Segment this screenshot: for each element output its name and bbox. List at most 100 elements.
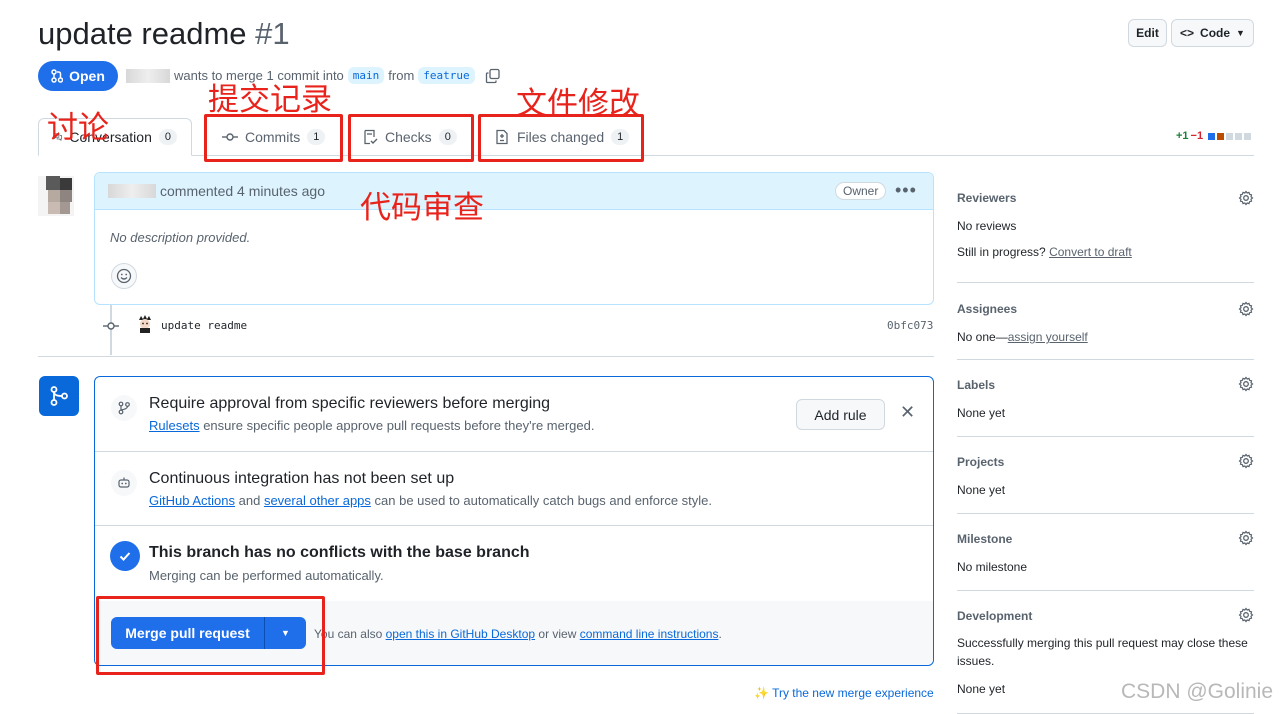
code-button-label: Code — [1200, 26, 1231, 40]
assign-yourself-link[interactable]: assign yourself — [1008, 330, 1088, 344]
owner-badge: Owner — [835, 182, 887, 200]
gear-icon[interactable] — [1238, 453, 1254, 472]
head-branch[interactable]: featrue — [418, 67, 475, 84]
check-circle-icon — [110, 541, 140, 571]
sidebar-projects: Projects None yet — [957, 455, 1254, 499]
pr-number: #1 — [255, 16, 290, 51]
comment-timestamp[interactable]: commented 4 minutes ago — [160, 183, 325, 199]
gear-icon[interactable] — [1238, 607, 1254, 626]
open-desktop-link[interactable]: open this in GitHub Desktop — [386, 627, 535, 641]
merge-alt-suffix: . — [718, 627, 722, 641]
annotation-box-checks — [348, 114, 474, 162]
section-divider — [38, 356, 934, 357]
no-conflicts-title: This branch has no conflicts with the ba… — [149, 544, 530, 561]
sidebar-milestone: Milestone No milestone — [957, 532, 1254, 576]
sidebar-reviewers-title: Reviewers — [957, 191, 1017, 205]
ci-subtitle: GitHub Actions and several other apps ca… — [149, 493, 712, 508]
try-new-label: Try the new merge experience — [772, 686, 934, 700]
tab-conversation-count: 0 — [158, 129, 177, 145]
git-merge-icon — [39, 376, 79, 416]
diff-stat: +1 −1 — [1176, 130, 1252, 142]
merge-row-ci — [95, 452, 933, 526]
pr-state-label: Open — [69, 68, 105, 84]
sidebar-divider — [957, 513, 1254, 514]
sidebar-projects-title: Projects — [957, 455, 1005, 469]
rulesets-link[interactable]: Rulesets — [149, 418, 200, 433]
sidebar-draft-line: Still in progress? Convert to draft — [957, 243, 1254, 261]
author-redacted — [126, 68, 170, 83]
sidebar-reviewers-value: No reviews — [957, 219, 1017, 233]
convert-to-draft-link[interactable]: Convert to draft — [1049, 245, 1132, 259]
additions-count: +1 — [1176, 130, 1189, 142]
author-avatar[interactable] — [38, 176, 74, 216]
sidebar-assignees-value: No one— — [957, 330, 1008, 344]
gear-icon[interactable] — [1238, 530, 1254, 549]
annotation-review: 代码审查 — [360, 190, 484, 226]
close-icon[interactable]: ✕ — [900, 402, 915, 423]
sidebar-divider — [957, 282, 1254, 283]
more-options-icon[interactable]: ••• — [895, 180, 917, 201]
from-text: from — [388, 68, 415, 83]
reviewers-rule-title: Require approval from specific reviewers… — [149, 395, 551, 412]
annotation-discussion: 讨论 — [47, 110, 109, 146]
sidebar-labels-title: Labels — [957, 378, 996, 392]
copy-icon[interactable] — [485, 68, 501, 84]
annotation-commits: 提交记录 — [208, 82, 332, 118]
add-reaction-button[interactable] — [111, 263, 137, 289]
annotation-box-commits — [204, 114, 343, 162]
diffstat-block — [1244, 132, 1252, 140]
diffstat-block — [1226, 132, 1234, 140]
command-line-link[interactable]: command line instructions — [580, 627, 719, 641]
gear-icon[interactable] — [1238, 190, 1254, 209]
deletions-count: −1 — [1190, 130, 1204, 142]
github-actions-link[interactable]: GitHub Actions — [149, 493, 235, 508]
diffstat-block — [1208, 132, 1216, 140]
ci-title: Continuous integration has not been set … — [149, 470, 455, 487]
other-apps-link[interactable]: several other apps — [264, 493, 371, 508]
code-icon: <> — [1180, 26, 1195, 40]
smiley-icon — [116, 268, 132, 284]
comment-author-redacted[interactable] — [108, 184, 156, 198]
add-rule-button[interactable]: Add rule — [796, 399, 885, 430]
sidebar-projects-value: None yet — [957, 483, 1006, 497]
merge-row-conflicts — [95, 526, 933, 601]
comment-body: No description provided. — [110, 230, 251, 245]
gear-icon[interactable] — [1238, 301, 1254, 320]
pr-title: update readme #1 — [38, 16, 290, 52]
caret-down-icon: ▼ — [1236, 28, 1245, 38]
sidebar-reviewers: Reviewers No reviews Still in progress? … — [957, 191, 1254, 261]
ci-and-text: and — [238, 493, 261, 508]
sidebar-assignees-line: No one—assign yourself — [957, 328, 1254, 346]
sidebar-milestone-value: No milestone — [957, 560, 1028, 574]
merge-alternatives: You can also open this in GitHub Desktop… — [314, 627, 722, 641]
watermark: CSDN @Golinie — [1121, 680, 1274, 703]
edit-button[interactable]: Edit — [1128, 19, 1167, 47]
pull-request-icon — [51, 69, 64, 83]
code-button[interactable]: <> Code ▼ — [1171, 19, 1254, 47]
commit-message-link[interactable]: update readme — [161, 319, 247, 332]
pr-title-text: update readme — [38, 16, 247, 51]
sidebar-labels: Labels None yet — [957, 378, 1254, 422]
base-branch[interactable]: main — [347, 67, 385, 84]
commit-sha-link[interactable]: 0bfc073 — [887, 319, 933, 332]
sidebar-divider — [957, 590, 1254, 591]
comment-author-line: commented 4 minutes ago — [108, 183, 325, 199]
reviewers-rule-text: ensure specific people approve pull requ… — [203, 418, 595, 433]
sparkle-icon: ✨ — [754, 686, 769, 700]
robot-icon — [111, 470, 137, 496]
annotation-box-merge — [96, 596, 325, 675]
ci-rest-text: can be used to automatically catch bugs … — [374, 493, 713, 508]
annotation-box-files — [478, 114, 644, 162]
sidebar-labels-value: None yet — [957, 406, 1006, 420]
merge-alt-mid: or view — [538, 627, 577, 641]
sidebar-milestone-title: Milestone — [957, 532, 1013, 546]
git-branch-icon — [111, 395, 137, 421]
try-new-merge-link[interactable]: ✨ Try the new merge experience — [754, 686, 934, 700]
sidebar-assignees: Assignees No one—assign yourself — [957, 302, 1254, 346]
commit-author-avatar[interactable] — [137, 315, 153, 333]
gear-icon[interactable] — [1238, 376, 1254, 395]
sidebar-assignees-title: Assignees — [957, 302, 1018, 316]
sidebar-divider — [957, 436, 1254, 437]
reviewers-rule-subtitle: Rulesets ensure specific people approve … — [149, 418, 594, 433]
sidebar-development-value: Successfully merging this pull request m… — [957, 636, 1248, 668]
